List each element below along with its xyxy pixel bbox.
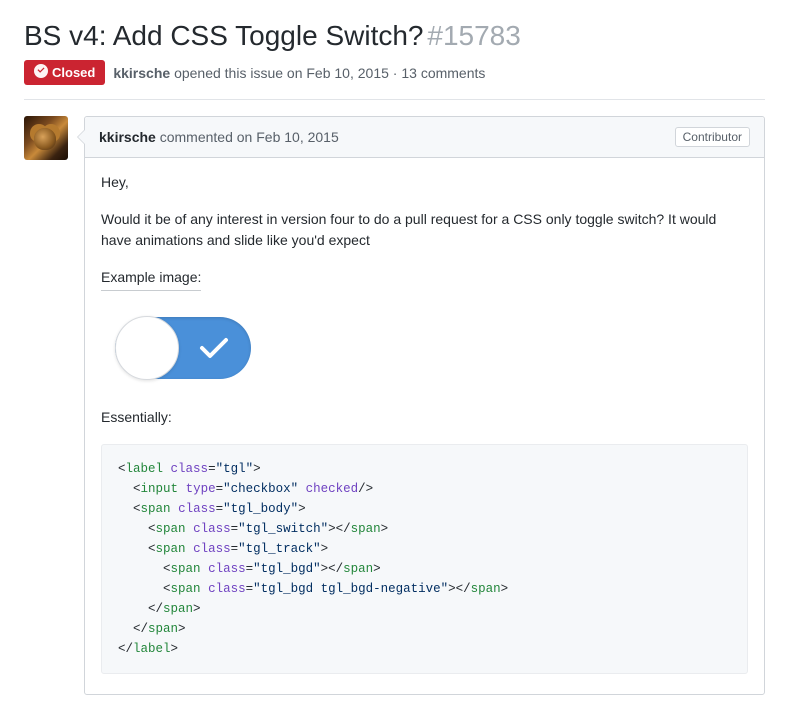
comment-date: on Feb 10, 2015 <box>237 129 339 145</box>
toggle-knob <box>115 316 179 380</box>
opened-verb: opened this issue <box>174 65 283 81</box>
comment-header: kkirsche commented on Feb 10, 2015 Contr… <box>85 117 764 158</box>
avatar[interactable] <box>24 116 68 160</box>
timeline: kkirsche commented on Feb 10, 2015 Contr… <box>24 116 765 695</box>
comment-count: 13 comments <box>401 65 485 81</box>
comment-body: Hey, Would it be of any interest in vers… <box>85 158 764 694</box>
issue-meta-row: Closed kkirsche opened this issue on Feb… <box>24 60 765 100</box>
comment-header-left: kkirsche commented on Feb 10, 2015 <box>99 129 339 145</box>
role-badge: Contributor <box>675 127 750 147</box>
toggle-switch-image <box>115 317 251 379</box>
issue-number: #15783 <box>427 20 520 51</box>
check-icon <box>199 335 229 367</box>
code-block: <label class="tgl"> <input type="checkbo… <box>101 444 748 674</box>
issue-title-row: BS v4: Add CSS Toggle Switch? #15783 <box>24 20 765 52</box>
comment-action: commented <box>160 129 233 145</box>
opened-date: on Feb 10, 2015 <box>287 65 389 81</box>
essentially-label: Essentially: <box>101 407 748 428</box>
example-label-wrap: Example image: <box>101 267 748 301</box>
greeting: Hey, <box>101 172 748 193</box>
closed-icon <box>34 64 48 81</box>
issue-title: BS v4: Add CSS Toggle Switch? <box>24 20 424 51</box>
issue-opener-link[interactable]: kkirsche <box>113 65 170 81</box>
paragraph-1: Would it be of any interest in version f… <box>101 209 748 251</box>
comment-author-link[interactable]: kkirsche <box>99 129 156 145</box>
example-label: Example image: <box>101 267 201 291</box>
status-label: Closed <box>52 65 95 80</box>
status-badge-closed: Closed <box>24 60 105 85</box>
issue-meta-text: kkirsche opened this issue on Feb 10, 20… <box>113 65 485 81</box>
comment-box: kkirsche commented on Feb 10, 2015 Contr… <box>84 116 765 695</box>
